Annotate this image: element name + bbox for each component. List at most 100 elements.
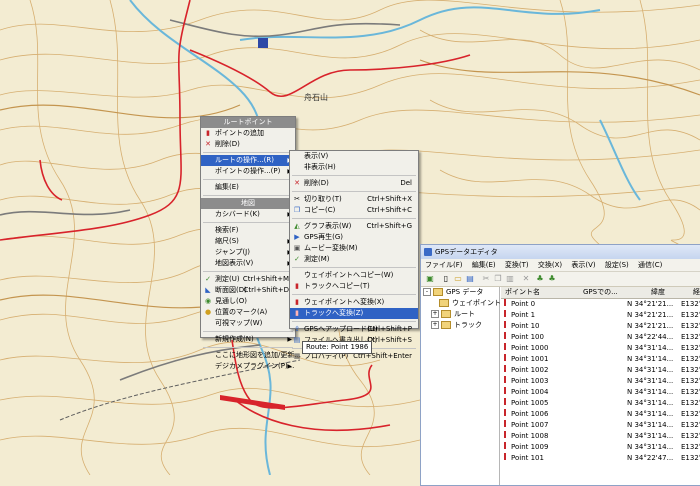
table-row[interactable]: Point 1009 N 34°31'14... E132°27'1...	[501, 442, 700, 453]
menu-item-scale[interactable]: 縮尺(S) ▶	[201, 236, 295, 247]
delete-icon[interactable]: ✕	[521, 274, 531, 284]
menu-item-cut[interactable]: ✂ 切り取り(T) Ctrl+Shift+X	[290, 194, 418, 205]
column-header-point-name[interactable]: ポイント名	[505, 287, 540, 298]
tree-item-label: GPS データ	[446, 288, 484, 296]
collapse-icon[interactable]: -	[423, 288, 431, 296]
menu-item-track-convert[interactable]: ▮ トラックへ変換(Z)	[290, 308, 418, 319]
menu-item-edit[interactable]: 編集(E)	[201, 182, 295, 193]
menu-settings[interactable]: 設定(S)	[605, 261, 629, 269]
tree-item-route[interactable]: + ルート	[421, 309, 499, 320]
menu-item-delete[interactable]: ✕ 削除(D)	[201, 139, 295, 150]
latitude-cell: N 34°21'21...	[627, 300, 674, 308]
menu-item-label: 見通し(O)	[215, 297, 247, 305]
menu-item-add-map-here[interactable]: ここに地形図を追加/更新...	[201, 350, 301, 361]
menu-exchange[interactable]: 交換(X)	[538, 261, 562, 269]
menu-item-movie[interactable]: ▣ ムービー変換(M)	[290, 243, 418, 254]
point-flag-icon	[504, 365, 506, 372]
delete-icon: ✕	[205, 140, 211, 148]
table-row[interactable]: Point 0 N 34°21'21... E132°20'0...	[501, 299, 700, 310]
menu-item-gps-replay[interactable]: ▶ GPS再生(G)	[290, 232, 418, 243]
menu-view[interactable]: 表示(V)	[571, 261, 595, 269]
menu-item-graph[interactable]: ◭ グラフ表示(W) Ctrl+Shift+G	[290, 221, 418, 232]
column-header-longitude[interactable]: 経度	[693, 287, 700, 298]
menu-item-jump[interactable]: ジャンプ(J) ▶	[201, 247, 295, 258]
table-row[interactable]: Point 10 N 34°21'21... E132°20'0...	[501, 321, 700, 332]
cut-icon[interactable]: ✂	[481, 274, 491, 284]
table-row[interactable]: Point 1006 N 34°31'14... E132°27'1...	[501, 409, 700, 420]
menu-item-cross-section[interactable]: ◣ 断面図(D) Ctrl+Shift+D	[201, 285, 295, 296]
expand-icon[interactable]: +	[431, 310, 439, 318]
menu-edit[interactable]: 編集(E)	[472, 261, 496, 269]
menu-item-delete[interactable]: ✕ 削除(D) Del	[290, 178, 418, 189]
menu-item-label: GPSへアップロード(U)	[304, 325, 378, 333]
table-row[interactable]: Point 1000 N 34°31'14... E132°27'1...	[501, 343, 700, 354]
menu-item-map-display[interactable]: 地図表示(V) ▶	[201, 258, 295, 269]
menu-item-search[interactable]: 検索(F)	[201, 225, 295, 236]
menu-item-label: ジャンプ(J)	[215, 248, 250, 256]
open-folder-icon[interactable]: ▭	[453, 274, 463, 284]
menu-file[interactable]: ファイル(F)	[425, 261, 463, 269]
menu-item-point-ops[interactable]: ポイントの操作...(P) ▶	[201, 166, 295, 177]
menu-item-new-create[interactable]: 新規作成(N) ▶	[201, 334, 295, 345]
graph-icon: ◭	[294, 222, 300, 230]
longitude-cell: E132°20'0...	[681, 300, 700, 308]
menu-separator	[203, 271, 293, 272]
table-row[interactable]: Point 1004 N 34°31'14... E132°27'1...	[501, 387, 700, 398]
menu-item-copy[interactable]: ❐ コピー(C) Ctrl+Shift+C	[290, 205, 418, 216]
menu-item-visibility[interactable]: ◉ 見通し(O)	[201, 296, 295, 307]
menu-item-label: ポイントの操作...(P)	[215, 167, 281, 175]
route-ops-submenu: 表示(V) 非表示(H) ✕ 削除(D) Del ✂ 切り取り(T) Ctrl+…	[289, 150, 419, 360]
point-name-cell: Point 10	[511, 322, 540, 330]
menu-item-label: 断面図(D)	[215, 286, 247, 294]
menu-item-show[interactable]: 表示(V)	[290, 151, 418, 162]
menu-separator	[292, 218, 416, 219]
table-row[interactable]: Point 1001 N 34°31'14... E132°27'1...	[501, 354, 700, 365]
longitude-cell: E132°27'1...	[681, 443, 700, 451]
longitude-cell: E132°27'1...	[681, 377, 700, 385]
shortcut-label: Ctrl+Shift+X	[367, 195, 412, 203]
map-icon[interactable]: ▣	[425, 274, 435, 284]
paste-icon[interactable]: ▥	[505, 274, 515, 284]
menu-item-waypoint-copy[interactable]: ウェイポイントへコピー(W)	[290, 270, 418, 281]
table-row[interactable]: Point 1005 N 34°31'14... E132°27'1...	[501, 398, 700, 409]
menu-item-measure[interactable]: ✓ 測定(M)	[290, 254, 418, 265]
table-row[interactable]: Point 101 N 34°22'47... E132°20'1...	[501, 453, 700, 464]
point-name-cell: Point 1005	[511, 399, 549, 407]
table-row[interactable]: Point 1007 N 34°31'14... E132°27'1...	[501, 420, 700, 431]
latitude-cell: N 34°31'14...	[627, 355, 674, 363]
table-row[interactable]: Point 1002 N 34°31'14... E132°27'1...	[501, 365, 700, 376]
menu-item-route-ops[interactable]: ルートの操作...(R) ▶	[201, 155, 295, 166]
menu-item-add-point[interactable]: ▮ ポイントの追加	[201, 128, 295, 139]
menu-item-position-mark[interactable]: ● 位置のマーク(A)	[201, 307, 295, 318]
menu-item-visible-map[interactable]: 可視マップ(W)	[201, 318, 295, 329]
mountain-label: 舟石山	[304, 92, 328, 102]
table-row[interactable]: Point 100 N 34°22'44... E132°20'0...	[501, 332, 700, 343]
new-file-icon[interactable]: ▯	[441, 274, 451, 284]
menu-convert[interactable]: 変換(T)	[505, 261, 529, 269]
tree-item-track[interactable]: + トラック	[421, 320, 499, 331]
table-row[interactable]: Point 1008 N 34°31'14... E132°27'1...	[501, 431, 700, 442]
expand-icon[interactable]: +	[431, 321, 439, 329]
table-row[interactable]: Point 1 N 34°21'21... E132°20'0...	[501, 310, 700, 321]
window-titlebar[interactable]: GPSデータエディタ	[421, 245, 700, 259]
tree-item-gps-data[interactable]: - GPS データ	[421, 287, 499, 298]
gps-receive-icon[interactable]: ♣	[535, 274, 545, 284]
column-header-gps[interactable]: GPSでの...	[583, 287, 618, 298]
menu-item-cashmir[interactable]: カシバード(K) ▶	[201, 209, 295, 220]
column-header-latitude[interactable]: 緯度	[651, 287, 665, 298]
menu-communication[interactable]: 通信(C)	[638, 261, 662, 269]
latitude-cell: N 34°31'14...	[627, 366, 674, 374]
table-row[interactable]: Point 1003 N 34°31'14... E132°27'1...	[501, 376, 700, 387]
menu-item-track-copy[interactable]: ▮ トラックへコピー(T)	[290, 281, 418, 292]
tree-item-waypoint[interactable]: ウェイポイント	[421, 298, 501, 309]
copy-icon[interactable]: ❐	[493, 274, 503, 284]
latitude-cell: N 34°31'14...	[627, 344, 674, 352]
menu-item-hide[interactable]: 非表示(H)	[290, 162, 418, 173]
menu-item-waypoint-convert[interactable]: ▮ ウェイポイントへ変換(X)	[290, 297, 418, 308]
gps-send-icon[interactable]: ♣	[547, 274, 557, 284]
menu-item-label: トラックへ変換(Z)	[304, 309, 364, 317]
menu-item-gps-upload[interactable]: ⇪ GPSへアップロード(U) Ctrl+Shift+P	[290, 324, 418, 335]
menu-item-digicam-plugin[interactable]: デジカメプラグイン(P)... ▶	[201, 361, 295, 372]
save-icon[interactable]: ▤	[465, 274, 475, 284]
menu-item-measure[interactable]: ✓ 測定(U) Ctrl+Shift+M	[201, 274, 295, 285]
